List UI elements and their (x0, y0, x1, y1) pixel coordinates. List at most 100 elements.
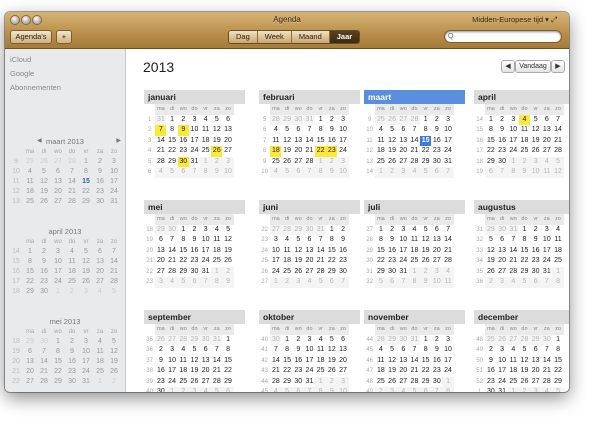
day-cell[interactable]: 17 (496, 366, 508, 377)
day-cell[interactable]: 4 (541, 156, 553, 167)
day-cell[interactable]: 26 (188, 376, 201, 387)
day-cell[interactable]: 16 (188, 245, 201, 256)
day-cell[interactable]: 13 (496, 245, 508, 256)
day-cell[interactable]: 15 (420, 135, 432, 146)
day-cell[interactable]: 4 (303, 277, 316, 288)
mini-day-cell[interactable]: 1 (51, 287, 65, 297)
day-cell[interactable]: 28 (408, 114, 421, 125)
day-cell[interactable]: 7 (315, 235, 327, 246)
day-cell[interactable]: 7 (507, 235, 519, 246)
day-cell[interactable]: 7 (188, 167, 201, 178)
day-cell[interactable]: 12 (518, 355, 531, 366)
day-cell[interactable]: 5 (552, 387, 564, 392)
day-cell[interactable]: 3 (496, 277, 508, 288)
day-cell[interactable]: 2 (386, 167, 398, 178)
day-cell[interactable]: 26 (518, 376, 531, 387)
day-cell[interactable]: 8 (552, 277, 564, 288)
mini-day-cell[interactable]: 11 (93, 347, 107, 357)
mini-day-cell[interactable]: 13 (93, 257, 107, 267)
day-cell[interactable]: 5 (211, 114, 223, 125)
day-cell[interactable]: 25 (281, 266, 293, 277)
day-cell[interactable]: 6 (326, 277, 338, 288)
day-cell[interactable]: 29 (386, 334, 398, 345)
day-cell[interactable]: 17 (270, 256, 282, 267)
day-cell[interactable]: 31 (397, 266, 409, 277)
day-cell[interactable]: 7 (442, 224, 454, 235)
day-cell[interactable]: 23 (431, 146, 443, 157)
mini-day-cell[interactable]: 6 (93, 247, 107, 257)
day-cell[interactable]: 12 (281, 135, 293, 146)
day-cell[interactable]: 25 (552, 256, 564, 267)
day-cell[interactable]: 14 (552, 125, 564, 136)
day-cell[interactable]: 27 (496, 266, 508, 277)
mini-day-cell[interactable]: 1 (93, 377, 107, 387)
day-cell[interactable]: 23 (326, 146, 338, 157)
day-cell[interactable]: 11 (507, 355, 519, 366)
day-cell[interactable]: 2 (177, 387, 189, 392)
day-cell[interactable]: 11 (211, 235, 223, 246)
day-cell[interactable]: 3 (442, 114, 454, 125)
day-cell[interactable]: 29 (552, 376, 564, 387)
day-cell[interactable]: 22 (375, 256, 387, 267)
day-cell[interactable]: 26 (386, 376, 398, 387)
day-cell[interactable]: 19 (485, 256, 497, 267)
day-cell[interactable]: 1 (166, 114, 178, 125)
day-cell[interactable]: 3 (442, 334, 454, 345)
tab-maand[interactable]: Maand (290, 31, 329, 43)
day-cell[interactable]: 2 (485, 277, 497, 288)
day-cell[interactable]: 23 (292, 366, 304, 377)
day-cell[interactable]: 13 (200, 355, 212, 366)
day-cell[interactable]: 2 (281, 277, 293, 288)
mini-day-cell[interactable]: 14 (65, 177, 79, 187)
day-cell[interactable]: 3 (337, 114, 349, 125)
day-cell[interactable]: 4 (315, 334, 327, 345)
day-cell[interactable]: 12 (188, 355, 201, 366)
mini-day-cell[interactable]: 7 (107, 247, 121, 257)
mini-day-cell[interactable]: 9 (93, 167, 107, 177)
day-cell[interactable]: 9 (530, 235, 542, 246)
day-cell[interactable]: 12 (485, 245, 497, 256)
day-cell[interactable]: 19 (188, 366, 201, 377)
mini-day-cell[interactable]: 7 (65, 167, 79, 177)
mini-day-cell[interactable]: 25 (23, 197, 37, 207)
day-cell[interactable]: 22 (485, 146, 497, 157)
day-cell[interactable]: 13 (292, 135, 304, 146)
day-cell[interactable]: 11 (270, 135, 282, 146)
day-cell[interactable]: 11 (177, 355, 189, 366)
day-cell[interactable]: 28 (507, 266, 519, 277)
day-cell[interactable]: 8 (442, 387, 454, 392)
day-cell[interactable]: 28 (270, 114, 282, 125)
day-cell[interactable]: 10 (337, 167, 349, 178)
day-cell[interactable]: 19 (292, 256, 304, 267)
day-cell[interactable]: 17 (442, 355, 454, 366)
day-cell[interactable]: 5 (420, 224, 432, 235)
day-cell[interactable]: 1 (222, 334, 234, 345)
month-title[interactable]: augustus (474, 200, 569, 214)
day-cell[interactable]: 30 (155, 387, 167, 392)
day-cell[interactable]: 2 (326, 114, 338, 125)
day-cell[interactable]: 16 (326, 135, 338, 146)
day-cell[interactable]: 1 (507, 387, 519, 392)
day-cell[interactable]: 27 (397, 376, 409, 387)
mini-day-cell[interactable]: 21 (37, 367, 51, 377)
day-cell[interactable]: 29 (375, 266, 387, 277)
mini-day-cell[interactable]: 10 (51, 257, 65, 267)
day-cell[interactable]: 30 (496, 224, 508, 235)
day-cell[interactable]: 2 (337, 224, 349, 235)
mini-day-cell[interactable]: 26 (37, 197, 51, 207)
day-cell[interactable]: 25 (200, 146, 212, 157)
day-cell[interactable]: 6 (431, 224, 443, 235)
day-cell[interactable]: 28 (315, 266, 327, 277)
day-cell[interactable]: 25 (315, 366, 327, 377)
day-cell[interactable]: 31 (200, 266, 212, 277)
sidebar-item-abonnementen[interactable]: Abonnementen (10, 83, 61, 92)
day-cell[interactable]: 8 (518, 235, 531, 246)
day-cell[interactable]: 21 (408, 366, 421, 377)
day-cell[interactable]: 5 (485, 235, 497, 246)
day-cell[interactable]: 31 (155, 114, 167, 125)
day-cell[interactable]: 20 (200, 366, 212, 377)
day-cell[interactable]: 31 (188, 156, 201, 167)
day-cell[interactable]: 5 (315, 277, 327, 288)
day-cell[interactable]: 1 (200, 156, 212, 167)
day-cell[interactable]: 3 (530, 387, 542, 392)
